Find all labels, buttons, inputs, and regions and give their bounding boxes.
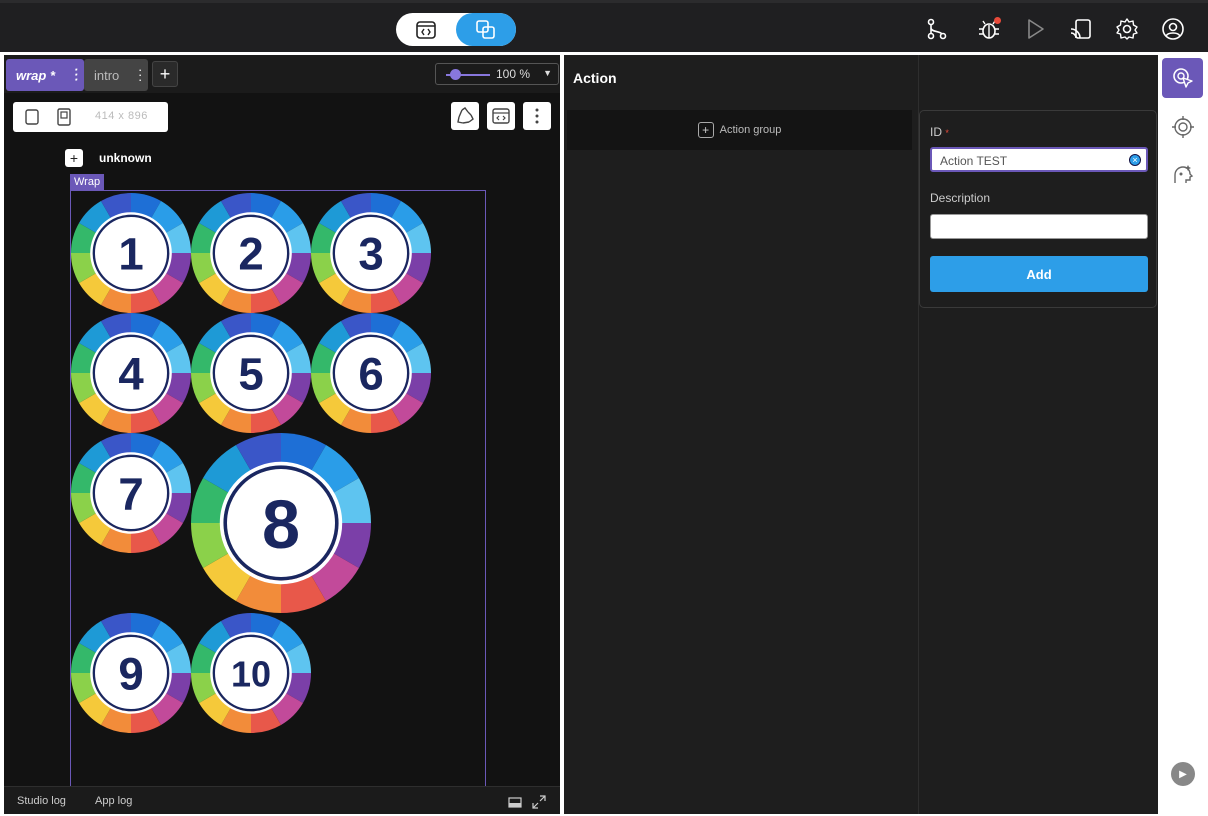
view-mode-toggle: [396, 13, 516, 46]
svg-text:6: 6: [358, 349, 383, 400]
svg-text:2: 2: [238, 229, 263, 280]
account-icon: [1162, 18, 1184, 40]
recycle-icon: [457, 107, 474, 124]
actions-tool-button[interactable]: [1162, 58, 1203, 98]
clear-input-icon[interactable]: ×: [1129, 154, 1141, 166]
action-pointer-icon: [1172, 68, 1193, 88]
plus-square-icon: +: [697, 122, 714, 138]
id-input[interactable]: Action TEST ×: [930, 147, 1148, 172]
number-ball-3[interactable]: 3: [311, 193, 431, 313]
id-label: ID *: [930, 125, 949, 139]
device-size-label: 414 x 896: [95, 110, 148, 122]
number-ball-9[interactable]: 9: [71, 613, 191, 733]
right-rail: ▶: [1158, 55, 1206, 814]
tab-label: wrap *: [16, 67, 56, 83]
number-ball-6[interactable]: 6: [311, 313, 431, 433]
log-bar: Studio log App log: [4, 786, 560, 814]
collapse-panel-button[interactable]: ▶: [1171, 762, 1195, 786]
page-tabs: wrap * · · · intro · · · + 100 % ▼: [4, 55, 560, 93]
svg-text:7: 7: [118, 469, 143, 520]
target-icon: [1171, 116, 1194, 138]
action-title: Action: [573, 70, 617, 86]
number-ball-8[interactable]: 8: [191, 433, 371, 613]
code-export-button[interactable]: [487, 102, 515, 130]
tab-menu-icon[interactable]: · · ·: [74, 63, 78, 86]
minimize-icon[interactable]: [508, 795, 522, 809]
wrap-widget-tag[interactable]: Wrap: [70, 174, 105, 190]
code-window-icon: [492, 108, 510, 124]
action-group-label: Action group: [719, 124, 782, 136]
number-ball-5[interactable]: 5: [191, 313, 311, 433]
code-view-button[interactable]: [396, 13, 456, 46]
branch-icon: [927, 18, 947, 40]
number-ball-10[interactable]: 10: [191, 613, 311, 733]
number-ball-7[interactable]: 7: [71, 433, 191, 553]
svg-text:9: 9: [118, 649, 143, 700]
run-button[interactable]: [1022, 16, 1048, 42]
tablet-icon[interactable]: [55, 108, 73, 126]
svg-text:3: 3: [358, 229, 383, 280]
add-page-button[interactable]: +: [152, 61, 178, 87]
more-options-button[interactable]: [523, 102, 551, 130]
add-action-button[interactable]: Add: [930, 256, 1148, 292]
svg-text:5: 5: [238, 349, 263, 400]
phone-icon[interactable]: [23, 108, 41, 126]
zoom-slider-thumb[interactable]: [450, 69, 461, 80]
tab-label: intro: [94, 67, 120, 83]
more-vertical-icon: [535, 108, 539, 124]
chevron-down-icon[interactable]: ▼: [543, 68, 552, 78]
svg-text:8: 8: [262, 487, 300, 563]
cast-button[interactable]: [1068, 16, 1094, 42]
id-input-value: Action TEST: [940, 154, 1008, 168]
design-view-button[interactable]: [456, 13, 516, 46]
branch-button[interactable]: [924, 16, 950, 42]
studio-log-tab[interactable]: Studio log: [17, 795, 66, 807]
target-tool-button[interactable]: [1162, 107, 1203, 147]
play-icon: [1028, 19, 1044, 39]
description-label: Description: [930, 191, 991, 205]
account-button[interactable]: [1160, 16, 1186, 42]
top-bar: [0, 0, 1208, 52]
plus-icon: +: [69, 150, 79, 166]
workspace: wrap * · · · intro · · · + 100 % ▼ 414 x 896: [0, 52, 1208, 816]
plus-icon: +: [159, 63, 171, 84]
number-ball-1[interactable]: 1: [71, 193, 191, 313]
tab-wrap[interactable]: wrap * · · ·: [6, 59, 84, 91]
number-ball-2[interactable]: 2: [191, 193, 311, 313]
svg-text:1: 1: [118, 229, 143, 280]
settings-button[interactable]: [1114, 16, 1140, 42]
tab-intro[interactable]: intro · · ·: [84, 59, 148, 91]
zoom-control[interactable]: 100 % ▼: [435, 63, 559, 85]
action-panel: Action + Action group: [564, 55, 918, 814]
ai-assist-button[interactable]: [1162, 155, 1203, 195]
notification-dot: [994, 17, 1001, 24]
parent-widget-label: unknown: [99, 151, 152, 165]
cast-icon: [1070, 19, 1091, 39]
chevron-right-icon: ▶: [1179, 768, 1187, 780]
zoom-value: 100 %: [496, 67, 531, 81]
debug-button[interactable]: [976, 16, 1002, 42]
tab-menu-icon[interactable]: · · ·: [138, 63, 142, 86]
number-ball-4[interactable]: 4: [71, 313, 191, 433]
app-log-tab[interactable]: App log: [95, 795, 132, 807]
new-action-form: ID * Action TEST × Description Add: [919, 110, 1157, 308]
required-mark: *: [945, 128, 949, 138]
ai-assist-icon: [1173, 165, 1193, 183]
svg-text:10: 10: [231, 654, 271, 695]
design-canvas[interactable]: 414 x 896 + unknown Wrap 1 2 3 4 5 6 7 8…: [4, 93, 560, 786]
settings-icon: [1116, 18, 1138, 40]
code-view-icon: [416, 20, 436, 39]
device-selector: 414 x 896: [13, 102, 168, 132]
action-form-panel: ID * Action TEST × Description Add: [918, 55, 1158, 814]
description-input[interactable]: [930, 214, 1148, 239]
design-view-icon: [476, 19, 495, 39]
recycle-button[interactable]: [451, 102, 479, 130]
add-widget-button[interactable]: +: [65, 149, 83, 167]
add-action-group-button[interactable]: + Action group: [567, 110, 912, 150]
expand-icon[interactable]: [532, 795, 546, 809]
svg-text:4: 4: [118, 349, 144, 400]
design-panel: wrap * · · · intro · · · + 100 % ▼ 414 x 896: [4, 55, 560, 814]
